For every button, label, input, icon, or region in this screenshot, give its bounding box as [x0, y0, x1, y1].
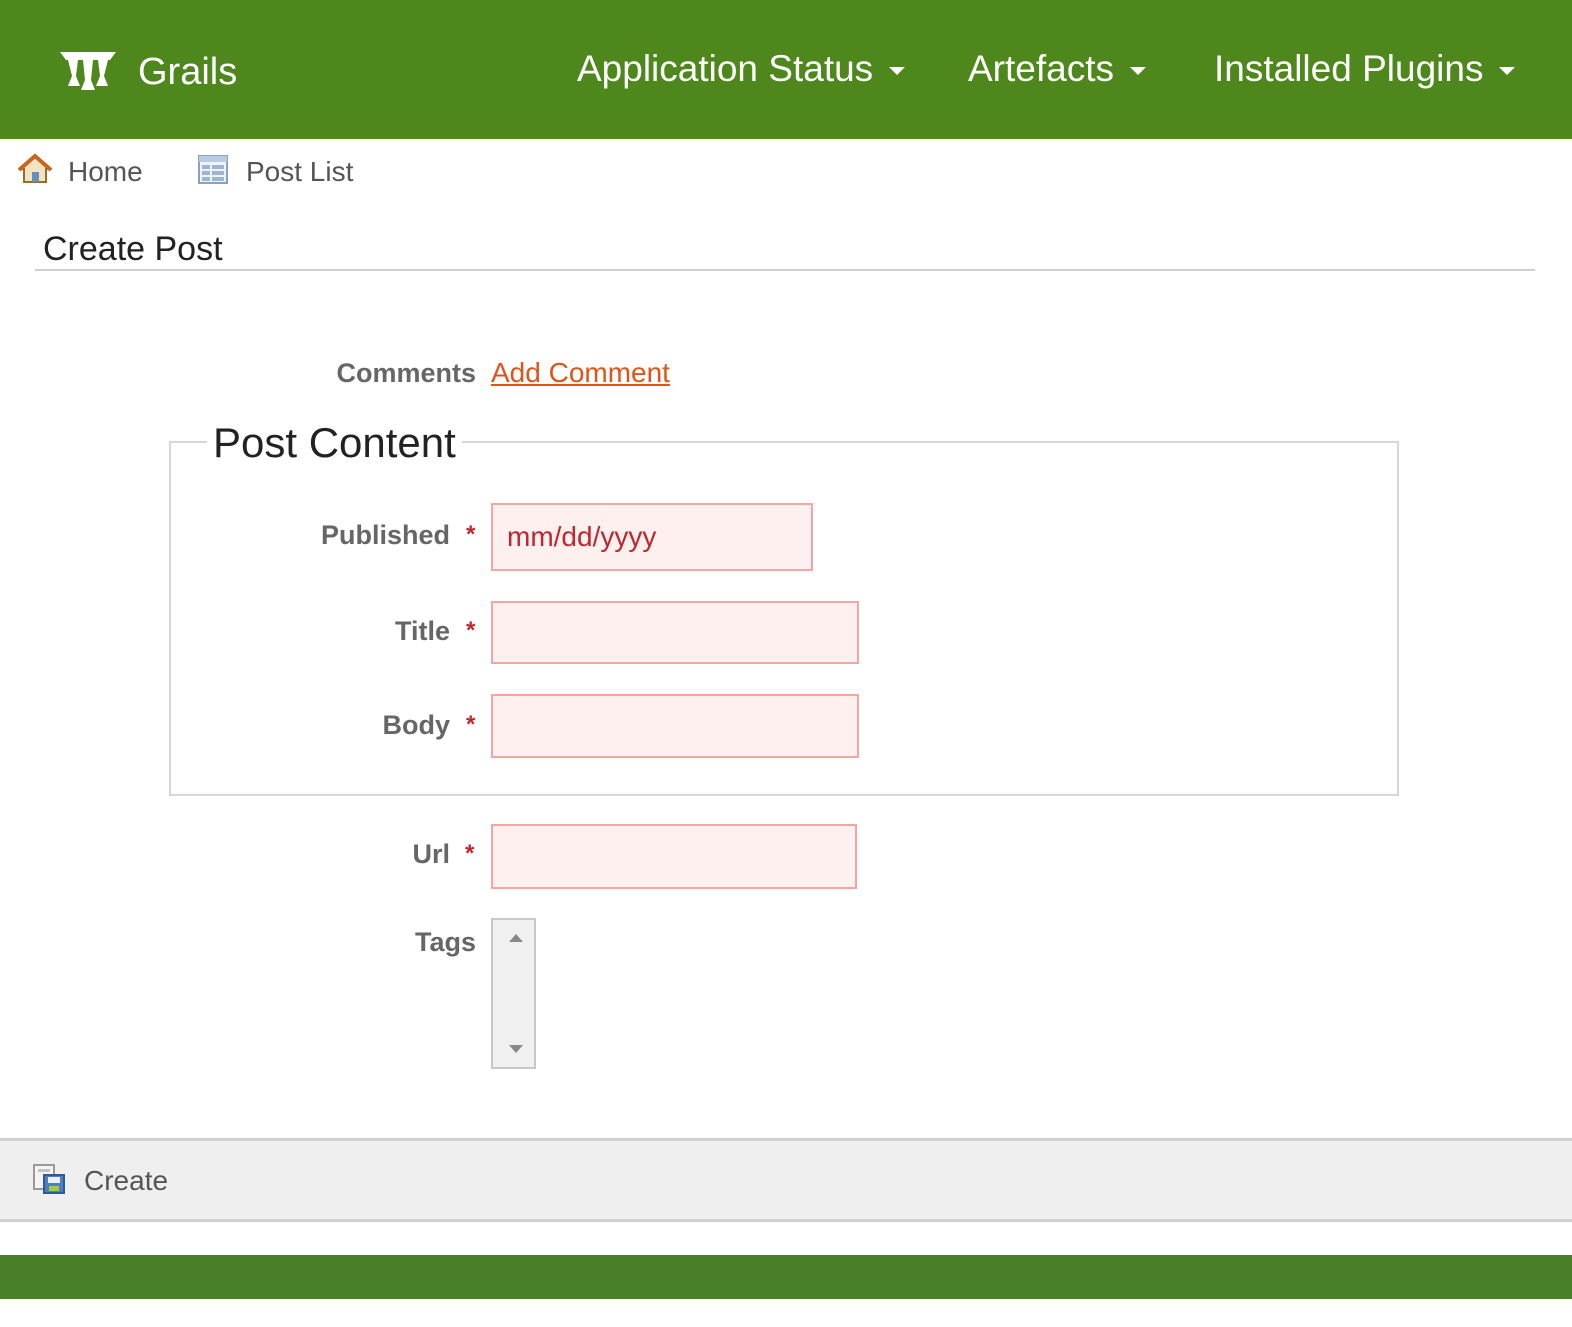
nav-artefacts[interactable]: Artefacts	[968, 46, 1146, 92]
title-input[interactable]	[491, 601, 859, 664]
url-input[interactable]	[491, 824, 857, 889]
caret-down-icon	[1130, 67, 1146, 75]
post-list-label: Post List	[246, 156, 354, 187]
required-marker: *	[466, 711, 476, 738]
nav-label: Installed Plugins	[1214, 48, 1484, 89]
required-marker: *	[466, 521, 476, 548]
nav-application-status[interactable]: Application Status	[577, 46, 906, 92]
required-marker: *	[466, 617, 476, 644]
caret-down-icon	[889, 67, 906, 75]
published-date-input[interactable]	[491, 503, 813, 571]
caret-down-icon	[1499, 67, 1516, 75]
home-link[interactable]: Home	[17, 152, 143, 193]
body-input[interactable]	[491, 694, 859, 758]
url-label: Url	[412, 839, 450, 869]
home-icon	[17, 152, 68, 193]
brand-link[interactable]: Grails	[58, 46, 237, 97]
top-navbar: Grails Application Status Artefacts Inst…	[0, 0, 1572, 139]
grails-logo-icon	[58, 46, 118, 97]
home-label: Home	[68, 156, 143, 187]
nav-installed-plugins[interactable]: Installed Plugins	[1214, 46, 1516, 92]
create-button-label: Create	[84, 1165, 169, 1196]
post-list-link[interactable]: Post List	[196, 152, 353, 192]
list-icon	[196, 152, 246, 193]
fieldset-legend: Post Content	[207, 418, 462, 468]
breadcrumb: Home Post List	[0, 152, 1572, 192]
create-button[interactable]: Create	[32, 1161, 168, 1201]
brand-name: Grails	[138, 50, 238, 93]
scroll-up-arrow-icon[interactable]	[509, 934, 523, 942]
form-buttons-bar: Create	[0, 1138, 1572, 1222]
tags-label: Tags	[414, 927, 476, 957]
add-comment-link[interactable]: Add Comment	[491, 357, 670, 389]
nav-label: Artefacts	[968, 48, 1114, 89]
title-label: Title	[394, 616, 450, 646]
footer-bar	[0, 1255, 1572, 1299]
required-marker: *	[465, 840, 475, 867]
published-label: Published	[320, 520, 450, 550]
nav-label: Application Status	[577, 48, 874, 89]
tags-select[interactable]	[491, 918, 536, 1069]
title-divider	[35, 269, 1535, 271]
comments-label: Comments	[336, 358, 476, 388]
page-title: Create Post	[43, 230, 223, 268]
scroll-down-arrow-icon[interactable]	[509, 1045, 523, 1053]
save-icon	[32, 1161, 84, 1202]
body-label: Body	[382, 710, 451, 740]
